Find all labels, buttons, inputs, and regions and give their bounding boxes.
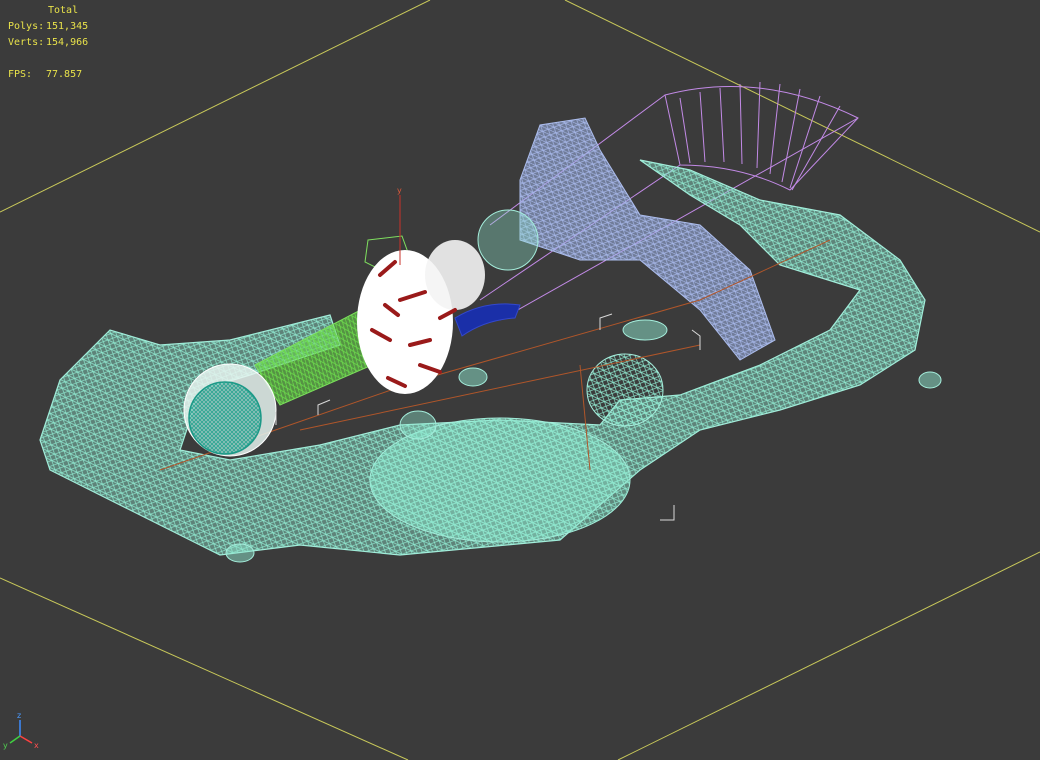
polys-label: Polys: bbox=[8, 21, 45, 32]
sphere-mesh bbox=[183, 363, 277, 457]
fps-label: FPS: bbox=[8, 69, 33, 80]
stats-fps: FPS: 77.857 bbox=[8, 67, 88, 83]
stats-verts: Verts: 154,966 bbox=[8, 35, 88, 51]
verts-label: Verts: bbox=[8, 37, 45, 48]
tripod-z-label: z bbox=[17, 711, 21, 720]
fps-value: 77.857 bbox=[46, 69, 83, 80]
scene-wireframe: y z x y bbox=[0, 0, 1040, 760]
tripod-x-label: x bbox=[34, 741, 39, 750]
stats-title: Total bbox=[48, 5, 79, 16]
perspective-viewport[interactable]: y z x y Total Polys: 151,345 Verts: 154,96… bbox=[0, 0, 1040, 760]
statistics-overlay: Total Polys: 151,345 Verts: 154,966 FPS: 77… bbox=[8, 3, 88, 83]
stats-polys: Polys: 151,345 bbox=[8, 19, 88, 35]
axis-tripod: z x y bbox=[3, 711, 39, 750]
polys-value: 151,345 bbox=[46, 21, 89, 32]
gizmo-axis-label: y bbox=[397, 186, 402, 195]
verts-value: 154,966 bbox=[46, 37, 89, 48]
tripod-y-label: y bbox=[3, 741, 8, 750]
terrain-mesh bbox=[39, 159, 942, 563]
